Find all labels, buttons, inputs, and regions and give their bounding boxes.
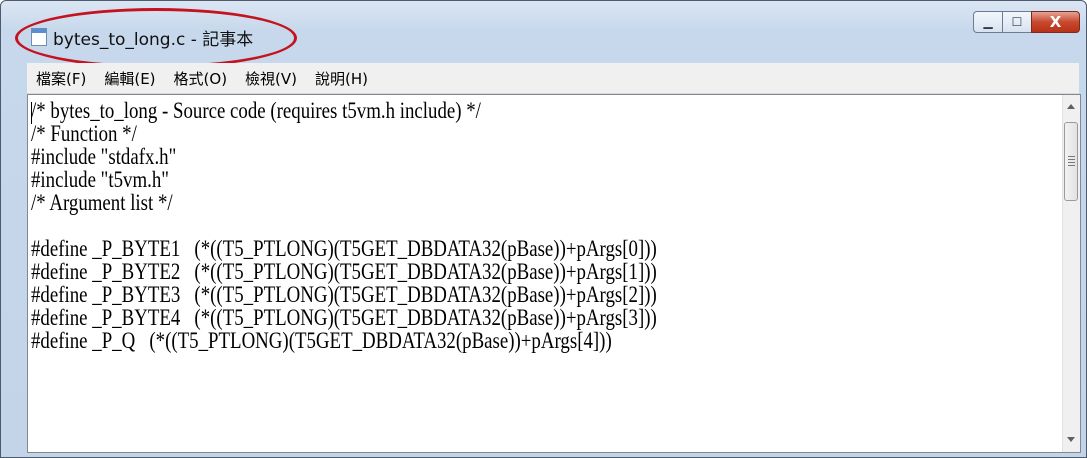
text-caret	[31, 102, 32, 124]
title-bar[interactable]: bytes_to_long.c - 記事本 ▁ ☐ X	[1, 1, 1086, 68]
maximize-icon: ☐	[1011, 15, 1023, 29]
text-editor[interactable]: /* bytes_to_long - Source code (requires…	[27, 94, 1081, 453]
menu-format[interactable]: 格式(O)	[165, 68, 237, 89]
menu-view[interactable]: 檢視(V)	[236, 68, 306, 89]
menu-bar: 檔案(F) 編輯(E) 格式(O) 檢視(V) 說明(H)	[27, 63, 1079, 94]
menu-help[interactable]: 說明(H)	[306, 68, 377, 89]
thumb-grip-icon	[1068, 159, 1075, 160]
close-button[interactable]: X	[1031, 11, 1080, 33]
maximize-button[interactable]: ☐	[1002, 11, 1031, 33]
thumb-grip-icon	[1068, 165, 1075, 166]
scroll-down-arrow-icon[interactable]	[1067, 437, 1075, 442]
thumb-grip-icon	[1068, 162, 1075, 163]
editor-content[interactable]: /* bytes_to_long - Source code (requires…	[31, 99, 657, 352]
menu-file[interactable]: 檔案(F)	[27, 68, 95, 89]
scroll-up-arrow-icon[interactable]	[1067, 104, 1075, 109]
caption-buttons: ▁ ☐ X	[973, 11, 1080, 33]
notepad-window: bytes_to_long.c - 記事本 ▁ ☐ X 檔案(F) 編輯(E) …	[0, 0, 1087, 458]
minimize-icon: ▁	[983, 15, 993, 29]
vertical-scrollbar[interactable]	[1062, 95, 1080, 452]
thumb-grip-icon	[1068, 156, 1075, 157]
annotation-circle	[15, 8, 297, 68]
close-icon: X	[1049, 13, 1062, 31]
menu-edit[interactable]: 編輯(E)	[95, 68, 164, 89]
minimize-button[interactable]: ▁	[973, 11, 1002, 33]
scroll-thumb[interactable]	[1064, 122, 1078, 201]
